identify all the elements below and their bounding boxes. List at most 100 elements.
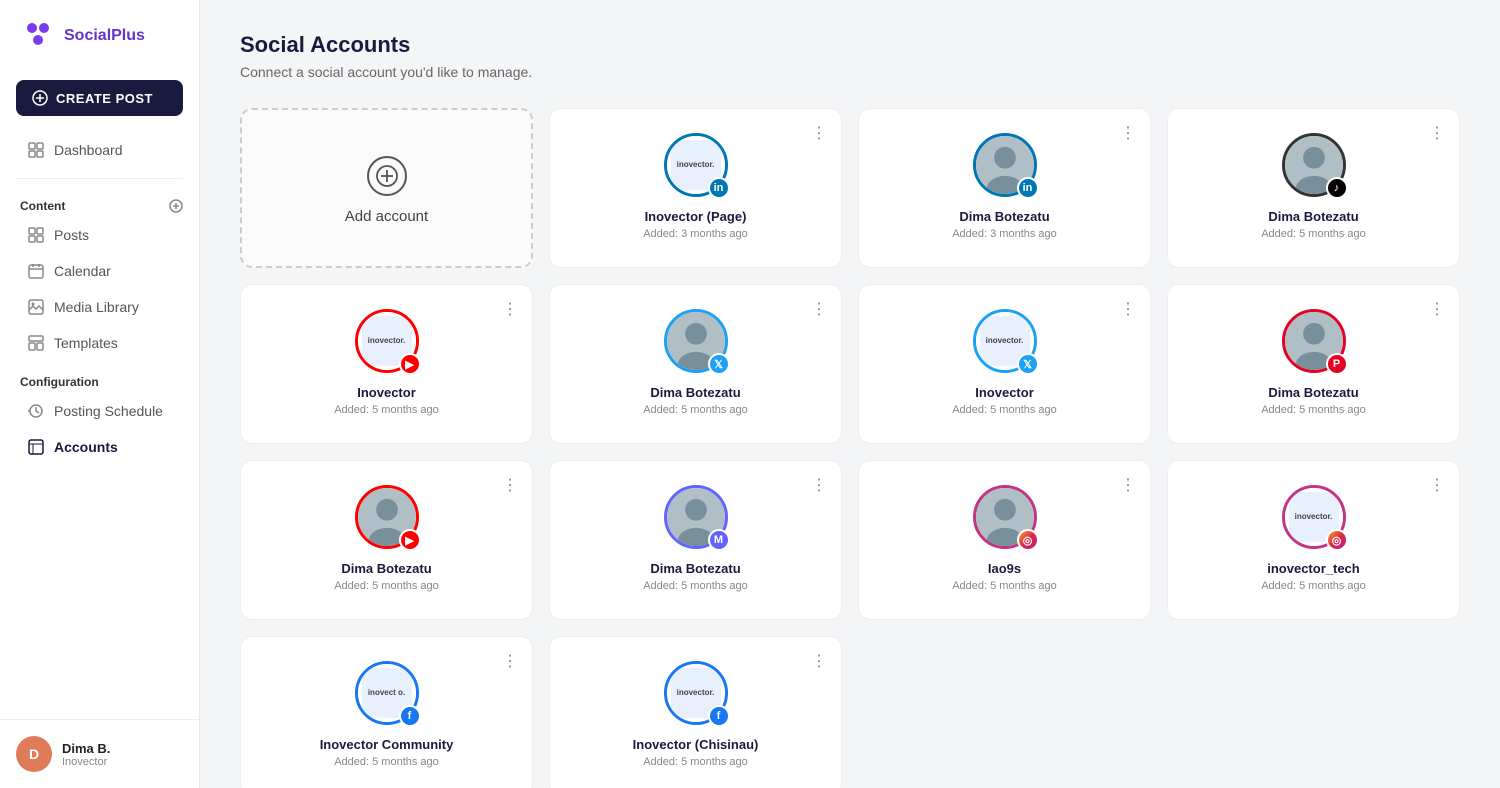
social-badge-twitter: 𝕏 [1017,353,1039,375]
account-card: ⋮ ♪ Dima Botezatu Added: 5 months ago [1167,108,1460,268]
account-avatar-wrap: in [973,133,1037,197]
config-section-title: Configuration [0,365,199,393]
social-badge-facebook: f [708,705,730,727]
create-post-label: CREATE POST [56,91,153,106]
schedule-icon [28,403,44,419]
page-title: Social Accounts [240,32,1460,58]
account-avatar-wrap: inovect o. f [355,661,419,725]
card-menu-button[interactable]: ⋮ [807,119,831,147]
add-account-label: Add account [345,208,428,225]
accounts-grid: Add account ⋮ inovector. in Inovector (P… [240,108,1460,788]
card-menu-button[interactable]: ⋮ [807,647,831,675]
account-name: Inovector Community [320,737,454,752]
account-added-time: Added: 5 months ago [334,580,439,592]
card-menu-button[interactable]: ⋮ [1116,471,1140,499]
divider-1 [16,178,183,179]
card-menu-button[interactable]: ⋮ [1116,119,1140,147]
account-name: Inovector (Chisinau) [633,737,759,752]
account-avatar-wrap: inovector. in [664,133,728,197]
calendar-icon [28,263,44,279]
account-card: ⋮ inovector. in Inovector (Page) Added: … [549,108,842,268]
social-badge-pinterest: P [1326,353,1348,375]
card-menu-button[interactable]: ⋮ [498,295,522,323]
sidebar-item-calendar[interactable]: Calendar [8,253,191,289]
card-menu-button[interactable]: ⋮ [498,647,522,675]
user-company: Inovector [62,756,110,768]
account-added-time: Added: 5 months ago [1261,404,1366,416]
social-badge-linkedin: in [1017,177,1039,199]
card-menu-button[interactable]: ⋮ [807,471,831,499]
accounts-label: Accounts [54,439,118,455]
social-badge-facebook: f [399,705,421,727]
posts-label: Posts [54,227,89,243]
account-avatar-wrap: inovector. 𝕏 [973,309,1037,373]
account-card: ⋮ inovect o. f Inovector Community Added… [240,636,533,788]
sidebar-item-templates[interactable]: Templates [8,325,191,361]
account-added-time: Added: 5 months ago [334,404,439,416]
main-content: Social Accounts Connect a social account… [200,0,1500,788]
sidebar-item-dashboard[interactable]: Dashboard [8,132,191,168]
card-menu-button[interactable]: ⋮ [1425,295,1449,323]
account-card: ⋮ in Dima Botezatu Added: 3 months ago [858,108,1151,268]
social-badge-mastodon: M [708,529,730,551]
posts-icon [28,227,44,243]
add-account-icon [367,156,407,196]
card-menu-button[interactable]: ⋮ [1425,471,1449,499]
account-added-time: Added: 5 months ago [643,404,748,416]
user-profile-area[interactable]: D Dima B. Inovector [0,719,199,788]
media-icon [28,299,44,315]
account-added-time: Added: 5 months ago [643,580,748,592]
account-card: ⋮ ▶ Dima Botezatu Added: 5 months ago [240,460,533,620]
social-badge-instagram: ◎ [1326,529,1348,551]
card-menu-button[interactable]: ⋮ [1425,119,1449,147]
account-name: inovector_tech [1267,561,1359,576]
sidebar-item-media-library[interactable]: Media Library [8,289,191,325]
card-menu-button[interactable]: ⋮ [498,471,522,499]
user-info: Dima B. Inovector [62,741,110,768]
user-avatar: D [16,736,52,772]
account-avatar-wrap: inovector. ▶ [355,309,419,373]
app-logo-icon [20,18,56,54]
account-name: Dima Botezatu [959,209,1049,224]
account-card: ⋮ inovector. 𝕏 Inovector Added: 5 months… [858,284,1151,444]
calendar-label: Calendar [54,263,111,279]
account-name: Dima Botezatu [341,561,431,576]
account-avatar-wrap: ♪ [1282,133,1346,197]
card-menu-button[interactable]: ⋮ [1116,295,1140,323]
dashboard-icon [28,142,44,158]
sidebar-item-posts[interactable]: Posts [8,217,191,253]
templates-label: Templates [54,335,118,351]
templates-icon [28,335,44,351]
add-content-icon[interactable] [169,199,183,213]
account-name: Iao9s [988,561,1021,576]
account-avatar-wrap: 𝕏 [664,309,728,373]
account-name: Inovector [975,385,1034,400]
account-added-time: Added: 3 months ago [643,228,748,240]
account-card: ⋮ inovector. f Inovector (Chisinau) Adde… [549,636,842,788]
account-name: Inovector [357,385,416,400]
logo-area: SocialPlus [0,0,199,72]
user-name: Dima B. [62,741,110,756]
social-badge-instagram: ◎ [1017,529,1039,551]
posting-schedule-label: Posting Schedule [54,403,163,419]
sidebar-item-posting-schedule[interactable]: Posting Schedule [8,393,191,429]
account-added-time: Added: 3 months ago [952,228,1057,240]
account-avatar-wrap: ▶ [355,485,419,549]
social-badge-youtube: ▶ [399,353,421,375]
card-menu-button[interactable]: ⋮ [807,295,831,323]
account-avatar-wrap: inovector. f [664,661,728,725]
account-added-time: Added: 5 months ago [952,580,1057,592]
account-name: Dima Botezatu [650,561,740,576]
account-name: Dima Botezatu [1268,209,1358,224]
account-avatar-wrap: ◎ [973,485,1037,549]
account-card[interactable]: Add account [240,108,533,268]
account-card: ⋮ M Dima Botezatu Added: 5 months ago [549,460,842,620]
page-subtitle: Connect a social account you'd like to m… [240,64,1460,80]
account-card: ⋮ ◎ Iao9s Added: 5 months ago [858,460,1151,620]
sidebar-item-accounts[interactable]: Accounts [8,429,191,465]
account-added-time: Added: 5 months ago [1261,580,1366,592]
account-added-time: Added: 5 months ago [1261,228,1366,240]
account-name: Inovector (Page) [645,209,747,224]
create-post-button[interactable]: CREATE POST [16,80,183,116]
account-avatar-wrap: P [1282,309,1346,373]
